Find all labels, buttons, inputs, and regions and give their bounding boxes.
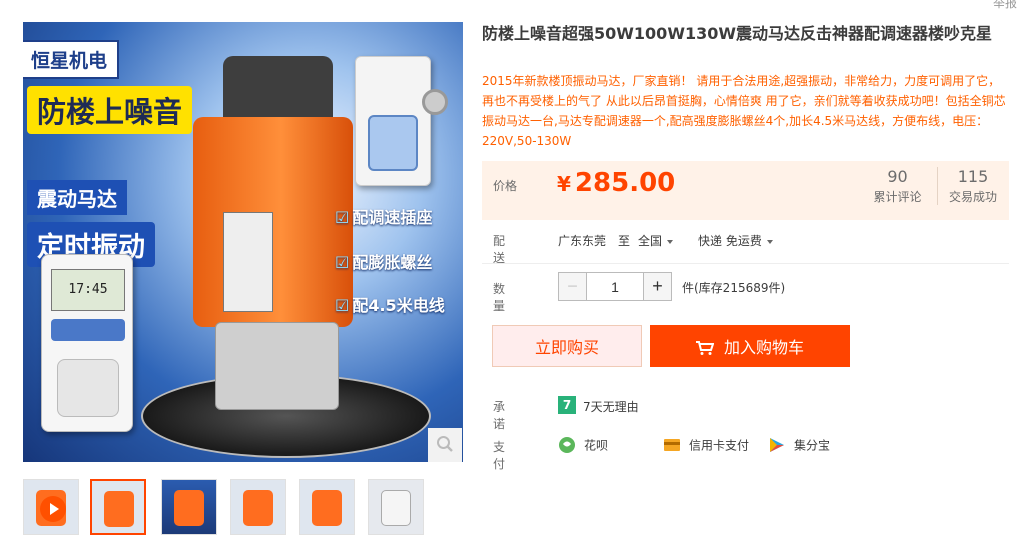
feature-text: 配4.5米电线 — [352, 296, 445, 315]
feature-item: ☑ 配4.5米电线 — [335, 292, 445, 316]
ship-to-word: 至 — [618, 234, 631, 248]
credit-card-icon — [664, 439, 680, 451]
socket-shape — [368, 115, 418, 171]
product-title: 防楼上噪音超强50W100W130W震动马达反击神器配调速器楼吵克星 — [482, 24, 993, 43]
check-icon: ☑ — [335, 208, 350, 227]
thumb-motor — [312, 490, 342, 526]
add-to-cart-button[interactable]: 加入购物车 — [650, 325, 850, 367]
divider — [482, 263, 1009, 264]
destination-text: 全国 — [638, 234, 663, 248]
huabei-icon — [559, 437, 575, 453]
promise-label: 承诺 — [493, 400, 506, 431]
thumb-motor — [243, 490, 273, 526]
payment-label: 支付 — [493, 440, 506, 471]
price-amount: 285.00 — [574, 168, 676, 198]
ship-from: 广东东莞 — [558, 234, 607, 248]
pay-credit-card[interactable]: 信用卡支付 — [663, 436, 749, 456]
thumb-motor — [104, 491, 134, 527]
main-product-image: 恒星机电 防楼上噪音 震动马达 定时振动 17:45 ☑ 配调速插座 ☑ 配膨胀螺丝… — [23, 22, 463, 462]
pay-huabei[interactable]: 花呗 — [558, 436, 608, 456]
thumbnail[interactable] — [299, 479, 355, 535]
deal-count: 115 交易成功 — [937, 167, 1008, 205]
ship-method-select[interactable]: 快递 免运费 — [698, 232, 773, 249]
report-link[interactable]: 举报 — [993, 0, 1017, 11]
thumbnail[interactable] — [368, 479, 424, 535]
buy-now-button[interactable]: 立即购买 — [492, 325, 642, 367]
ship-destination-select[interactable]: 全国 — [638, 232, 674, 249]
motor-label-plate — [223, 212, 273, 312]
thumb-motor — [174, 490, 204, 526]
chevron-down-icon — [766, 239, 773, 244]
decrease-button[interactable]: − — [559, 273, 587, 300]
quantity-stepper: − + — [558, 272, 672, 301]
quantity-label: 数量 — [493, 282, 506, 313]
timer-plug — [57, 359, 119, 417]
thumbnail[interactable] — [161, 479, 217, 535]
magnifier-icon — [437, 435, 453, 452]
thumb-controller — [381, 490, 411, 526]
price-panel: 价格 ¥285.00 90 累计评论 115 交易成功 — [482, 161, 1009, 220]
feature-item: ☑ 配膨胀螺丝 — [335, 249, 432, 273]
deal-label: 交易成功 — [948, 190, 997, 204]
slogan-noise: 防楼上噪音 — [27, 86, 193, 134]
zoom-button[interactable] — [428, 428, 462, 462]
seven-day-return-link[interactable]: 7天无理由 — [583, 398, 639, 415]
stock-text: 件(库存215689件) — [682, 281, 786, 295]
pay-credit-text: 信用卡支付 — [689, 438, 750, 453]
chevron-down-icon — [667, 239, 674, 244]
cart-icon — [695, 341, 714, 355]
ship-method-text: 快递 免运费 — [698, 234, 762, 248]
timer-buttons — [51, 319, 125, 341]
review-count[interactable]: 90 累计评论 — [862, 167, 933, 205]
check-icon: ☑ — [335, 296, 350, 315]
price-label: 价格 — [493, 179, 518, 193]
feature-item: ☑ 配调速插座 — [335, 204, 432, 228]
thumbnail-video[interactable] — [23, 479, 79, 535]
add-to-cart-label: 加入购物车 — [723, 338, 804, 357]
currency-symbol: ¥ — [557, 172, 571, 196]
timer-socket-picture: 17:45 — [41, 254, 133, 432]
check-icon: ☑ — [335, 253, 350, 272]
deal-number: 115 — [957, 167, 989, 186]
quantity-input[interactable] — [587, 273, 643, 300]
thumbnail-active[interactable] — [90, 479, 146, 535]
brand-tag: 恒星机电 — [23, 40, 120, 79]
play-icon — [40, 496, 66, 522]
increase-button[interactable]: + — [643, 273, 671, 300]
speed-controller-picture — [355, 56, 448, 186]
slogan-motor: 震动马达 — [27, 180, 127, 215]
feature-text: 配膨胀螺丝 — [352, 253, 433, 272]
shipping-label: 配送 — [493, 234, 506, 265]
pay-huabei-text: 花呗 — [584, 438, 609, 453]
review-label: 累计评论 — [873, 190, 922, 204]
timer-lcd: 17:45 — [51, 269, 125, 311]
price-value: ¥285.00 — [557, 168, 675, 198]
seven-day-icon: 7 — [558, 396, 576, 414]
motor-base — [215, 322, 339, 410]
feature-text: 配调速插座 — [352, 208, 433, 227]
knob-shape — [422, 89, 448, 115]
thumbnail[interactable] — [230, 479, 286, 535]
jifenbao-icon — [770, 438, 784, 452]
pay-jifenbao-text: 集分宝 — [794, 438, 831, 453]
motor-body — [193, 117, 353, 327]
product-subtitle: 2015年新款楼顶振动马达，厂家直销！ 请用于合法用途,超强振动，非常给力，力度… — [482, 74, 1006, 148]
pay-jifenbao[interactable]: 集分宝 — [768, 436, 830, 456]
review-number: 90 — [887, 167, 908, 186]
